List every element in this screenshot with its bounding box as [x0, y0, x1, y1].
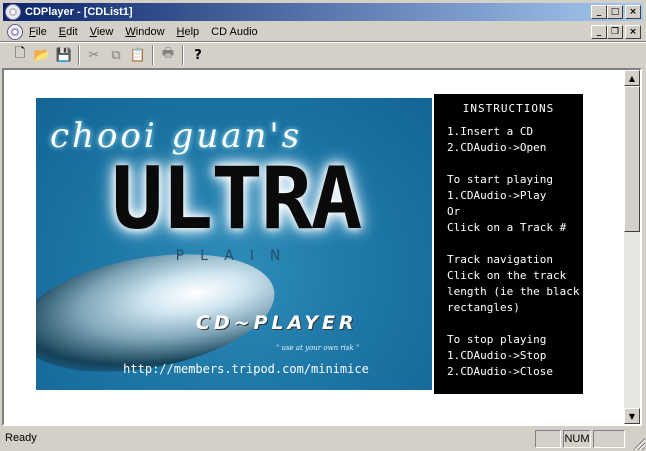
scroll-down-button[interactable]: ▼ — [624, 408, 640, 424]
banner-product: CD~PLAYER — [196, 312, 358, 334]
instruction-line: 1.CDAudio->Play — [447, 189, 547, 202]
status-bar: Ready NUM — [0, 428, 646, 451]
instruction-line: 2.CDAudio->Close — [447, 365, 553, 378]
scroll-thumb[interactable] — [624, 86, 640, 232]
instructions-panel: INSTRUCTIONS 1.Insert a CD 2.CDAudio->Op… — [434, 94, 583, 394]
help-icon[interactable]: ? — [187, 44, 209, 66]
resize-grip-icon[interactable] — [633, 438, 645, 450]
cdplayer-window: CDPlayer - [CDList1] _ □ × File Edit Vie… — [0, 0, 646, 451]
menu-view[interactable]: View — [84, 26, 120, 38]
status-text: Ready — [5, 432, 37, 444]
print-icon[interactable]: 🖶 — [157, 44, 179, 66]
open-icon[interactable]: 📂 — [31, 44, 53, 66]
close-button[interactable]: × — [625, 5, 641, 19]
instruction-line: length (ie the black — [447, 285, 580, 298]
banner-url: http://members.tripod.com/minimice — [123, 362, 369, 376]
menu-file[interactable]: File — [23, 26, 53, 38]
instruction-line: To stop playing — [447, 333, 547, 346]
instruction-line — [447, 236, 583, 252]
instruction-line: 1.CDAudio->Stop — [447, 349, 547, 362]
maximize-button[interactable]: □ — [607, 5, 623, 19]
instruction-line — [447, 156, 583, 172]
instruction-line: rectangles) — [447, 301, 520, 314]
child-minimize-button[interactable]: _ — [591, 25, 607, 39]
instruction-line: To start playing — [447, 173, 553, 186]
cd-app-icon[interactable] — [5, 4, 21, 20]
menu-help[interactable]: Help — [171, 26, 206, 38]
child-restore-button[interactable]: ❐ — [607, 25, 623, 39]
document-canvas: chooi guan's ULTRA PLAIN CD~PLAYER " use… — [4, 70, 624, 424]
title-bar[interactable]: CDPlayer - [CDList1] _ □ × — [3, 3, 643, 21]
new-icon[interactable]: 🗋 — [9, 44, 31, 66]
menu-cd-audio[interactable]: CD Audio — [205, 26, 263, 38]
instruction-line: 1.Insert a CD — [447, 125, 534, 138]
status-pane-caps — [535, 430, 561, 448]
instruction-line: 2.CDAudio->Open — [447, 141, 547, 154]
save-icon[interactable]: 💾 — [53, 44, 75, 66]
instruction-line: Track navigation — [447, 253, 553, 266]
window-title: CDPlayer - [CDList1] — [25, 6, 133, 18]
instruction-line — [447, 316, 583, 332]
splash-banner: chooi guan's ULTRA PLAIN CD~PLAYER " use… — [36, 98, 432, 390]
document-view: chooi guan's ULTRA PLAIN CD~PLAYER " use… — [2, 68, 642, 426]
status-pane-num: NUM — [563, 430, 591, 448]
instructions-list: 1.Insert a CD 2.CDAudio->Open To start p… — [447, 124, 583, 380]
banner-disclaimer: " use at your own risk " — [276, 344, 360, 352]
toolbar-separator — [152, 45, 154, 65]
menu-window[interactable]: Window — [119, 26, 170, 38]
menu-bar: File Edit View Window Help CD Audio _ ❐ … — [3, 22, 643, 41]
vertical-scrollbar[interactable]: ▲ ▼ — [624, 70, 640, 424]
banner-logo: ULTRA — [111, 149, 363, 249]
toolbar-separator — [182, 45, 184, 65]
document-cd-icon[interactable] — [7, 23, 23, 40]
cut-icon[interactable]: ✂ — [83, 44, 105, 66]
instructions-title: INSTRUCTIONS — [462, 102, 555, 115]
toolbar: 🗋 📂 💾 ✂ ⧉ 📋 🖶 ? — [3, 43, 643, 67]
banner-logo-sub: PLAIN — [175, 248, 297, 264]
instruction-line: Click on the track — [447, 269, 567, 282]
scroll-up-button[interactable]: ▲ — [624, 70, 640, 86]
instruction-line: Click on a Track # — [447, 221, 567, 234]
minimize-button[interactable]: _ — [591, 5, 607, 19]
paste-icon[interactable]: 📋 — [127, 44, 149, 66]
menu-edit[interactable]: Edit — [53, 26, 84, 38]
instruction-line: Or — [447, 205, 461, 218]
child-close-button[interactable]: × — [625, 25, 641, 39]
toolbar-separator — [78, 45, 80, 65]
copy-icon[interactable]: ⧉ — [105, 44, 127, 66]
status-pane-scroll — [593, 430, 625, 448]
